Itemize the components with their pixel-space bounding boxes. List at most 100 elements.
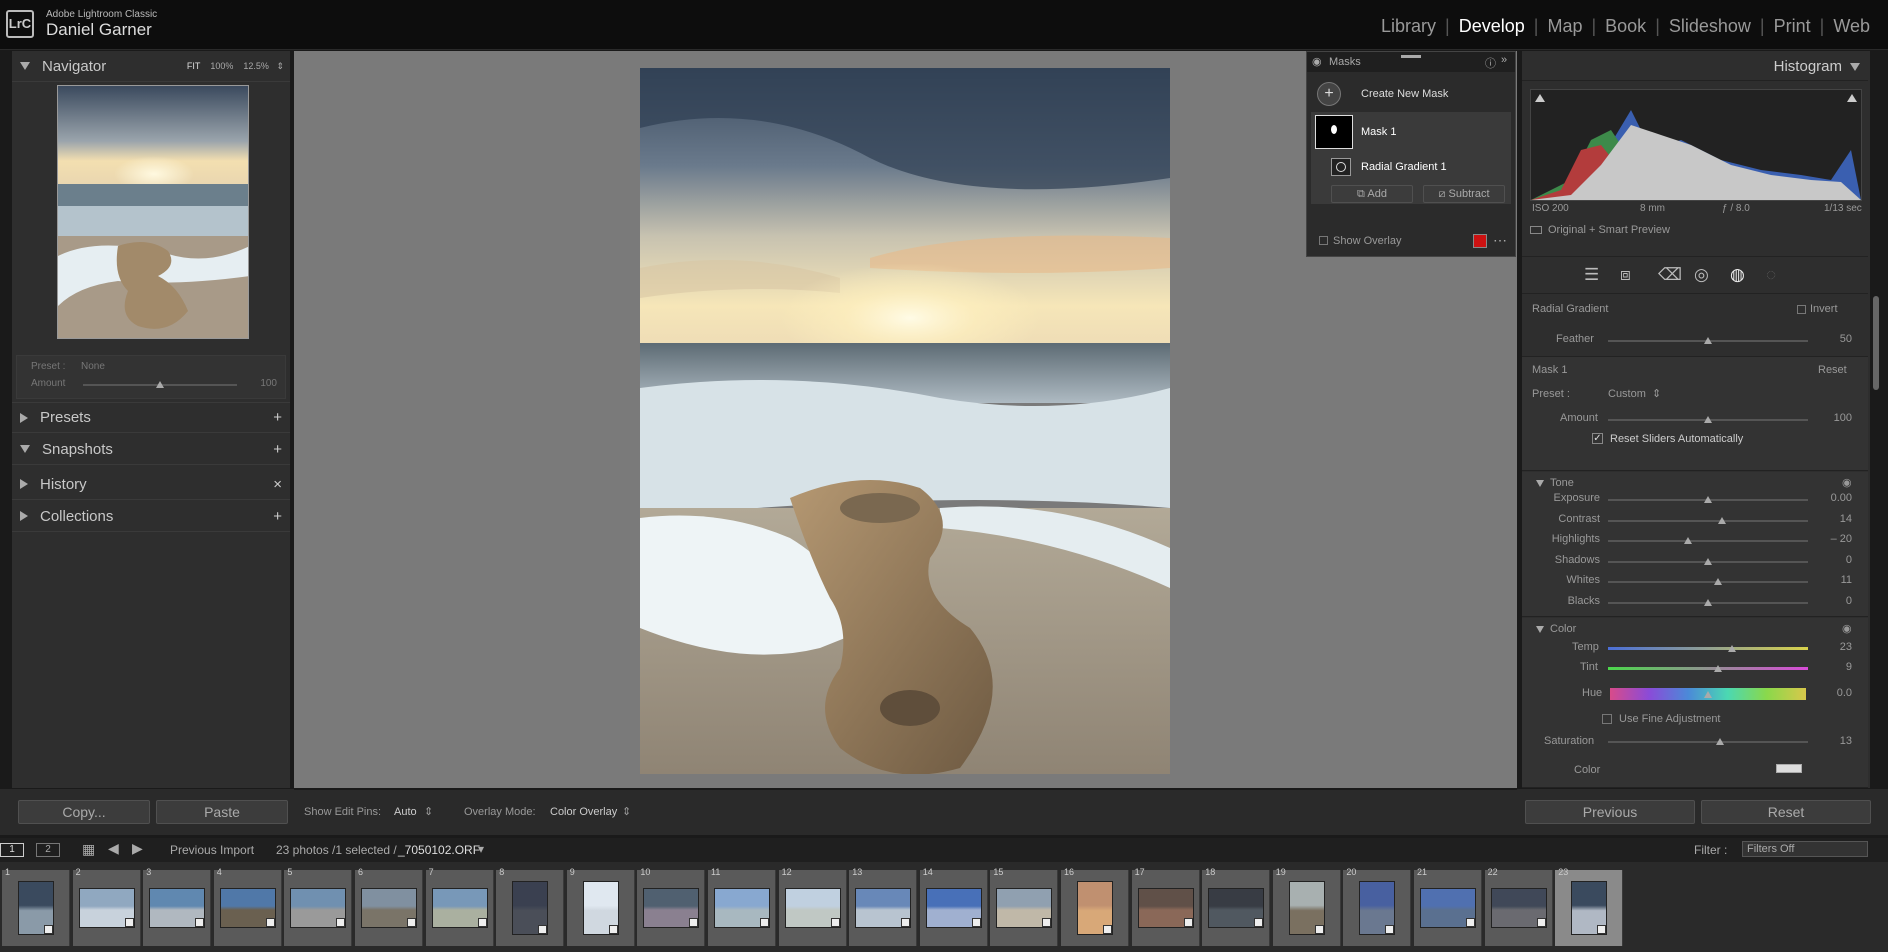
edit-pins-select[interactable]: Auto — [394, 806, 417, 818]
tint-knob[interactable] — [1714, 665, 1722, 672]
main-photo[interactable] — [640, 68, 1170, 775]
module-develop[interactable]: Develop — [1459, 16, 1525, 37]
filmstrip-thumbnail[interactable]: 5 — [284, 867, 353, 946]
module-web[interactable]: Web — [1833, 16, 1870, 37]
contrast-knob[interactable] — [1718, 516, 1726, 524]
filmstrip-thumbnail[interactable]: 14 — [919, 867, 988, 946]
filmstrip-thumbnail[interactable]: 3 — [143, 867, 212, 946]
tint-slider[interactable] — [1608, 667, 1808, 670]
collapse-icon[interactable] — [1536, 626, 1544, 633]
fine-adjust-checkbox[interactable] — [1602, 714, 1612, 724]
filmstrip-thumbnail[interactable]: 11 — [708, 867, 776, 946]
filmstrip-thumbnail[interactable]: 13 — [849, 867, 918, 946]
module-map[interactable]: Map — [1547, 16, 1582, 37]
filmstrip-thumbnail[interactable]: 20 — [1343, 867, 1412, 946]
preset-stepper-icon[interactable]: ⇕ — [1652, 387, 1661, 400]
filmstrip-thumbnail[interactable]: 23 — [1555, 867, 1624, 946]
history-header[interactable]: History × — [12, 469, 290, 500]
create-mask-icon[interactable]: + — [1317, 82, 1341, 106]
collapse-icon[interactable] — [1536, 480, 1544, 487]
navigator-header[interactable]: Navigator FIT 100% 12.5% ⇕ — [12, 51, 290, 82]
mask-amount-knob[interactable] — [1704, 416, 1712, 423]
filmstrip-thumbnail[interactable]: 6 — [355, 867, 423, 946]
snapshots-header[interactable]: Snapshots + — [12, 434, 290, 465]
filmstrip-thumbnail[interactable]: 4 — [213, 867, 282, 946]
temp-knob[interactable] — [1728, 645, 1736, 652]
filmstrip-thumbnail[interactable]: 1 — [2, 867, 70, 946]
histogram-header[interactable]: Histogram — [1522, 51, 1868, 81]
mask-reset-button[interactable]: Reset — [1818, 364, 1847, 376]
filmstrip-thumbnail[interactable]: 17 — [1131, 867, 1200, 946]
visibility-eye-icon[interactable]: ◉ — [1842, 476, 1852, 489]
forward-arrow-icon[interactable]: ▶ — [132, 840, 143, 857]
collapse-panel-icon[interactable]: » — [1501, 54, 1507, 66]
filmstrip-thumbnail[interactable]: 10 — [637, 867, 706, 946]
exposure-knob[interactable] — [1704, 496, 1712, 503]
contrast-slider[interactable] — [1608, 519, 1808, 522]
add-snapshot-icon[interactable]: + — [273, 441, 282, 458]
shadow-clipping-icon[interactable] — [1535, 94, 1545, 102]
feather-knob[interactable] — [1704, 337, 1712, 344]
masks-header[interactable]: ◉ Masks ⓘ » — [1307, 52, 1515, 72]
color-swatch[interactable] — [1776, 764, 1802, 773]
shadows-knob[interactable] — [1704, 557, 1712, 565]
filter-select[interactable]: Filters Off — [1742, 841, 1868, 857]
navigator-preview[interactable] — [57, 85, 249, 339]
highlights-knob[interactable] — [1684, 537, 1692, 544]
filmstrip-thumbnail[interactable]: 8 — [496, 867, 565, 946]
source-label[interactable]: Previous Import — [170, 843, 254, 857]
add-button[interactable]: ⧉ Add — [1331, 185, 1413, 203]
add-preset-icon[interactable]: + — [273, 409, 282, 426]
mask-preset-select[interactable]: Custom — [1608, 388, 1646, 400]
view-2-button[interactable]: 2 — [36, 843, 60, 857]
module-book[interactable]: Book — [1605, 16, 1646, 37]
show-overlay-checkbox[interactable] — [1319, 236, 1328, 245]
paste-button[interactable]: Paste — [156, 800, 288, 824]
collections-header[interactable]: Collections + — [12, 501, 290, 532]
right-panel-scrollbar[interactable] — [1873, 296, 1879, 390]
drag-handle[interactable] — [1401, 55, 1421, 58]
zoom-fit[interactable]: FIT — [187, 61, 201, 71]
filmstrip-thumbnail[interactable]: 9 — [566, 867, 635, 946]
saturation-slider[interactable] — [1608, 741, 1808, 743]
overlay-color-swatch[interactable] — [1473, 234, 1487, 248]
filmstrip-thumbnail[interactable]: 15 — [990, 867, 1059, 946]
presets-header[interactable]: Presets + — [12, 402, 290, 433]
invert-checkbox[interactable] — [1797, 305, 1806, 314]
mask-thumbnail[interactable] — [1315, 115, 1353, 149]
selected-filename[interactable]: _7050102.ORF — [398, 843, 480, 857]
filmstrip-thumbnail[interactable]: 2 — [72, 867, 141, 946]
radial-gradient-icon[interactable] — [1331, 158, 1351, 176]
zoom-stepper-icon[interactable]: ⇕ — [276, 61, 284, 71]
temp-slider[interactable] — [1608, 647, 1808, 650]
previous-button[interactable]: Previous — [1525, 800, 1695, 824]
reset-sliders-checkbox[interactable]: ✓ — [1592, 433, 1603, 444]
module-print[interactable]: Print — [1774, 16, 1811, 37]
zoom-100[interactable]: 100% — [210, 61, 233, 71]
filmstrip-thumbnail[interactable]: 18 — [1202, 867, 1271, 946]
filmstrip-thumbnail[interactable]: 21 — [1414, 867, 1482, 946]
masking-icon[interactable]: ◍ — [1730, 265, 1745, 285]
filmstrip-thumbnail[interactable]: 16 — [1061, 867, 1129, 946]
amount-knob[interactable] — [156, 381, 164, 388]
help-icon[interactable]: ⓘ — [1485, 55, 1496, 71]
filename-dropdown-icon[interactable]: ▾ — [478, 842, 484, 856]
red-eye-icon[interactable]: ◎ — [1694, 265, 1709, 285]
visibility-eye-icon[interactable]: ◉ — [1842, 622, 1852, 635]
filmstrip-thumbnail[interactable]: 7 — [425, 867, 494, 946]
copy-button[interactable]: Copy... — [18, 800, 150, 824]
crop-icon[interactable]: ⧈ — [1620, 265, 1631, 285]
clear-history-icon[interactable]: × — [273, 476, 282, 493]
hue-knob[interactable] — [1704, 691, 1712, 698]
module-library[interactable]: Library — [1381, 16, 1436, 37]
heal-icon[interactable]: ⌫ — [1658, 265, 1682, 285]
mask-1-name[interactable]: Mask 1 — [1361, 126, 1396, 138]
subtract-button[interactable]: ⧄ Subtract — [1423, 185, 1505, 203]
remove-tool-icon[interactable]: ◌ — [1766, 265, 1776, 285]
create-new-mask[interactable]: Create New Mask — [1361, 88, 1448, 100]
component-name[interactable]: Radial Gradient 1 — [1361, 161, 1447, 173]
blacks-knob[interactable] — [1704, 598, 1712, 606]
whites-slider[interactable] — [1608, 581, 1808, 583]
view-1-button[interactable]: 1 — [0, 843, 24, 857]
zoom-125[interactable]: 12.5% — [243, 61, 269, 71]
